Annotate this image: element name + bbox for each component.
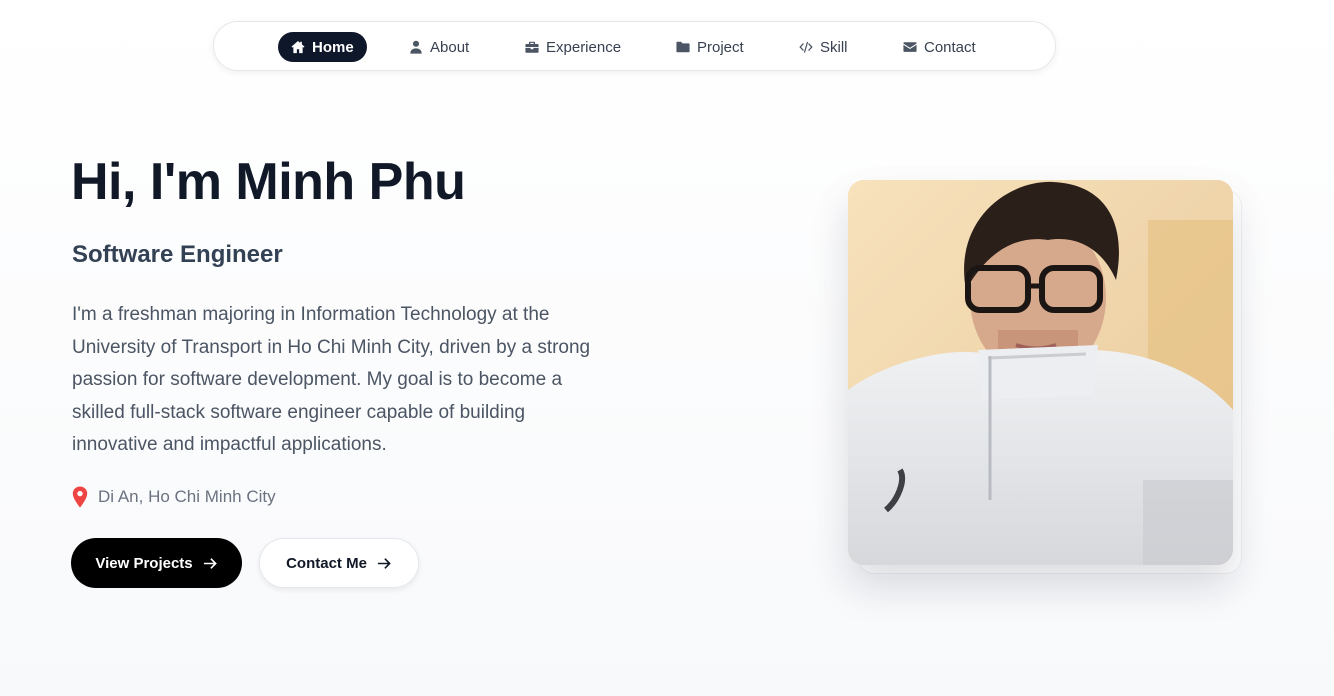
nav-item-label: Contact	[924, 38, 976, 56]
nav-item-about[interactable]: About	[409, 32, 469, 62]
hero-title: Hi, I'm Minh Phu	[71, 153, 466, 211]
nav-item-label: Experience	[546, 38, 622, 56]
button-label: View Projects	[95, 554, 193, 572]
briefcase-icon	[525, 40, 539, 54]
nav-item-experience[interactable]: Experience	[525, 32, 621, 62]
arrow-right-icon	[377, 556, 392, 571]
contact-me-button[interactable]: Contact Me	[259, 538, 419, 588]
hero-role: Software Engineer	[72, 241, 283, 268]
user-icon	[409, 40, 423, 54]
home-icon	[291, 40, 305, 54]
map-pin-icon	[72, 486, 88, 508]
view-projects-button[interactable]: View Projects	[71, 538, 242, 588]
envelope-icon	[903, 40, 917, 54]
nav-item-label: Skill	[820, 38, 848, 56]
portfolio-page: Home About Experience Project Skill Cont…	[0, 0, 1334, 696]
folder-icon	[676, 40, 690, 54]
nav-item-project[interactable]: Project	[676, 32, 744, 62]
top-navigation: Home About Experience Project Skill Cont…	[213, 21, 1056, 71]
nav-item-skill[interactable]: Skill	[799, 32, 848, 62]
code-icon	[799, 40, 813, 54]
location: Di An, Ho Chi Minh City	[72, 486, 276, 508]
hero-description: I'm a freshman majoring in Information T…	[72, 304, 591, 455]
nav-item-label: About	[430, 38, 470, 56]
nav-item-home[interactable]: Home	[278, 32, 367, 62]
nav-item-label: Project	[697, 38, 744, 56]
button-label: Contact Me	[286, 554, 367, 572]
nav-item-label: Home	[312, 38, 354, 56]
location-text: Di An, Ho Chi Minh City	[98, 487, 276, 506]
profile-photo	[848, 180, 1233, 565]
nav-item-contact[interactable]: Contact	[903, 32, 976, 62]
arrow-right-icon	[203, 556, 218, 571]
